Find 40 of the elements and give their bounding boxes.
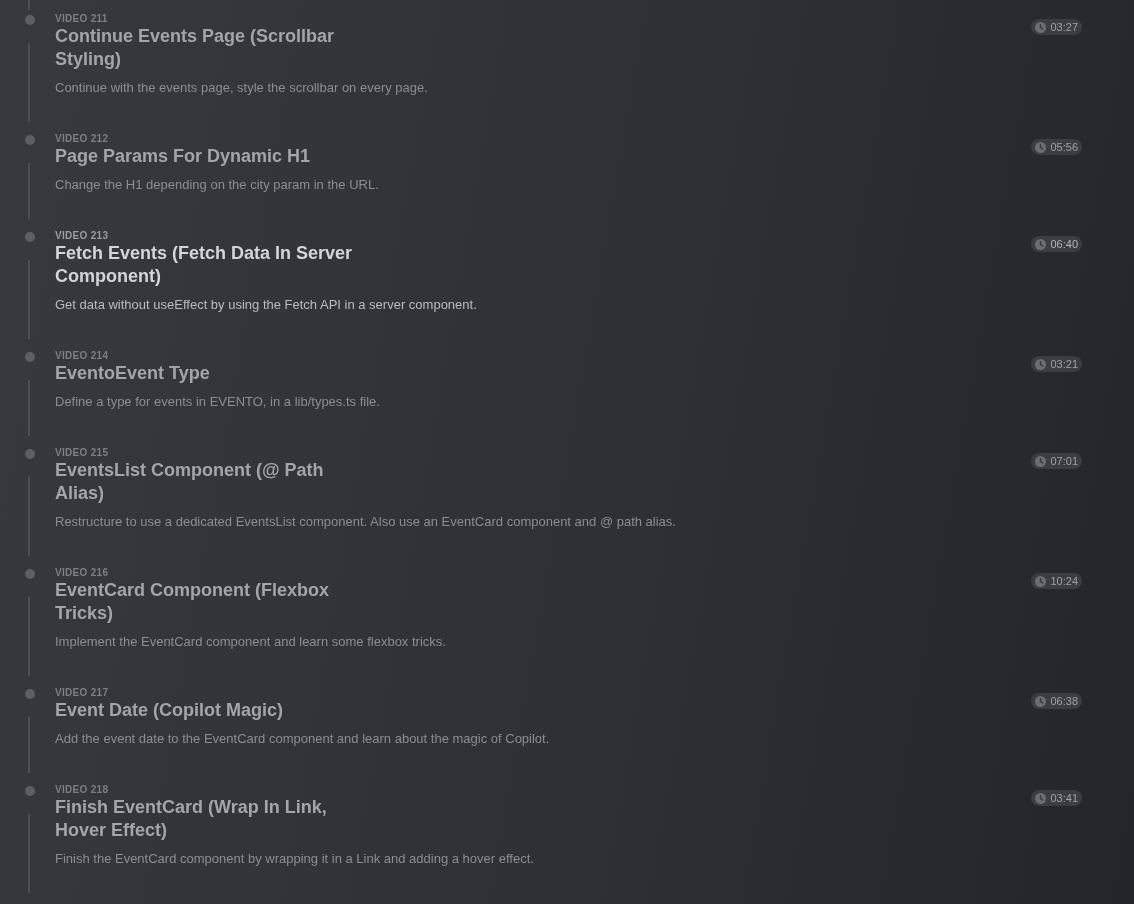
lesson-description: Finish the EventCard component by wrapping it in a Link and adding a hover effect. — [55, 850, 534, 868]
video-number: VIDEO 214 — [55, 349, 109, 362]
video-number: VIDEO 213 — [55, 229, 109, 242]
duration-text: 06:40 — [1050, 237, 1078, 252]
lesson-title[interactable]: EventsList Component (@ Path Alias) — [55, 459, 375, 505]
lesson-description: Add the event date to the EventCard component and learn about the magic of Copilot. — [55, 730, 550, 748]
timeline-dot-icon — [25, 352, 35, 362]
lesson-description: Continue with the events page, style the scrollbar on every page. — [55, 79, 428, 97]
lesson-title[interactable]: Continue Events Page (Scrollbar Styling) — [55, 25, 375, 71]
timeline-dot-icon — [25, 15, 35, 25]
duration-text: 07:01 — [1050, 454, 1078, 469]
timeline-dot-icon — [25, 135, 35, 145]
lesson-title[interactable]: EventCard Component (Flexbox Tricks) — [55, 579, 375, 625]
video-number: VIDEO 211 — [55, 12, 108, 25]
duration-text: 03:41 — [1050, 791, 1078, 806]
lesson-description: Get data without useEffect by using the Fetch API in a server component. — [55, 296, 477, 314]
video-number: VIDEO 216 — [55, 566, 109, 579]
duration-text: 10:24 — [1050, 574, 1078, 589]
duration-text: 05:56 — [1050, 140, 1078, 155]
lesson-description: Change the H1 depending on the city param in the URL. — [55, 176, 379, 194]
timeline-dot-icon — [25, 786, 35, 796]
timeline-dot-icon — [25, 569, 35, 579]
lesson-title[interactable]: EventoEvent Type — [55, 362, 210, 385]
lesson-title[interactable]: Event Date (Copilot Magic) — [55, 699, 283, 722]
lesson-title[interactable]: Finish EventCard (Wrap In Link, Hover Effect) — [55, 796, 375, 842]
lesson-description: Define a type for events in EVENTO, in a lib/types.ts file. — [55, 393, 380, 411]
video-number: VIDEO 217 — [55, 686, 109, 699]
lesson-description: Restructure to use a dedicated EventsList component. Also use an EventCard component and @ path alias. — [55, 513, 676, 531]
duration-text: 03:21 — [1050, 357, 1078, 372]
video-number: VIDEO 218 — [55, 783, 109, 796]
lesson-title[interactable]: Fetch Events (Fetch Data In Server Component) — [55, 242, 375, 288]
timeline-dot-icon — [25, 449, 35, 459]
video-number: VIDEO 212 — [55, 132, 109, 145]
lesson-title[interactable]: Page Params For Dynamic H1 — [55, 145, 311, 168]
timeline-dot-icon — [25, 689, 35, 699]
duration-text: 03:27 — [1050, 20, 1078, 35]
duration-text: 06:38 — [1050, 694, 1078, 709]
video-number: VIDEO 215 — [55, 446, 109, 459]
timeline-dot-icon — [25, 232, 35, 242]
lesson-description: Implement the EventCard component and learn some flexbox tricks. — [55, 633, 446, 651]
